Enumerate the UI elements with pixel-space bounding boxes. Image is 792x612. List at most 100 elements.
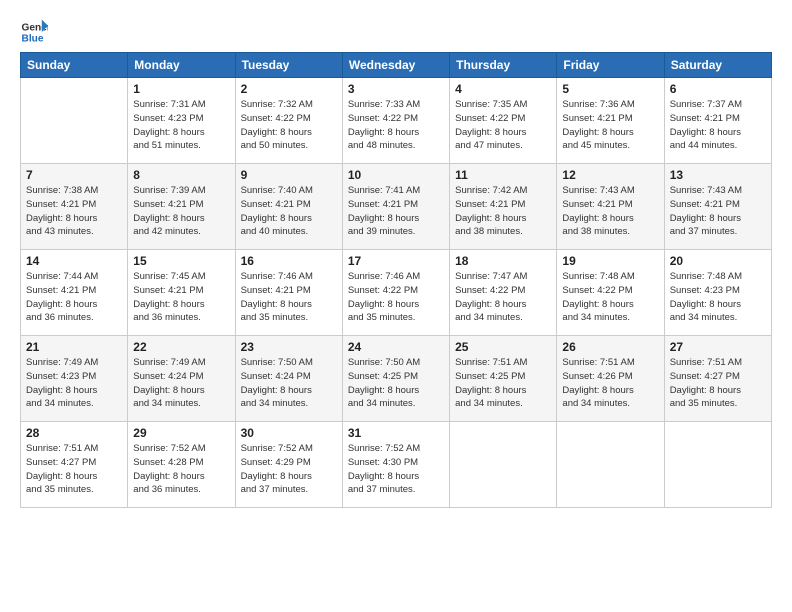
day-cell: 30 Sunrise: 7:52 AMSunset: 4:29 PMDayligh… (235, 422, 342, 508)
day-cell: 4Sunrise: 7:35 AMSunset: 4:22 PMDaylight… (450, 78, 557, 164)
day-info: Sunrise: 7:35 AMSunset: 4:22 PMDaylight:… (455, 98, 551, 153)
day-number: 2 (241, 82, 337, 96)
header: General Blue (20, 18, 772, 46)
weekday-header-sunday: Sunday (21, 53, 128, 78)
day-number: 30 (241, 426, 337, 440)
day-info: Sunrise: 7:37 AMSunset: 4:21 PMDaylight:… (670, 98, 766, 153)
day-cell: 8 Sunrise: 7:39 AMSunset: 4:21 PMDaylight… (128, 164, 235, 250)
day-info: Sunrise: 7:39 AMSunset: 4:21 PMDaylight:… (133, 184, 229, 239)
weekday-header-thursday: Thursday (450, 53, 557, 78)
day-info: Sunrise: 7:50 AMSunset: 4:24 PMDaylight:… (241, 356, 337, 411)
day-cell (21, 78, 128, 164)
day-info: Sunrise: 7:32 AMSunset: 4:22 PMDaylight:… (241, 98, 337, 153)
day-info: Sunrise: 7:52 AMSunset: 4:28 PMDaylight:… (133, 442, 229, 497)
day-cell: 25 Sunrise: 7:51 AMSunset: 4:25 PMDayligh… (450, 336, 557, 422)
day-info: Sunrise: 7:45 AMSunset: 4:21 PMDaylight:… (133, 270, 229, 325)
day-cell: 2 Sunrise: 7:32 AMSunset: 4:22 PMDaylight… (235, 78, 342, 164)
day-info: Sunrise: 7:44 AMSunset: 4:21 PMDaylight:… (26, 270, 122, 325)
day-number: 7 (26, 168, 122, 182)
week-row-5: 28Sunrise: 7:51 AMSunset: 4:27 PMDayligh… (21, 422, 772, 508)
day-info: Sunrise: 7:42 AMSunset: 4:21 PMDaylight:… (455, 184, 551, 239)
day-number: 5 (562, 82, 658, 96)
day-cell: 21Sunrise: 7:49 AMSunset: 4:23 PMDayligh… (21, 336, 128, 422)
day-number: 13 (670, 168, 766, 182)
day-cell: 14 Sunrise: 7:44 AMSunset: 4:21 PMDayligh… (21, 250, 128, 336)
svg-text:Blue: Blue (22, 33, 44, 44)
day-cell (664, 422, 771, 508)
day-info: Sunrise: 7:49 AMSunset: 4:24 PMDaylight:… (133, 356, 229, 411)
day-cell: 27 Sunrise: 7:51 AMSunset: 4:27 PMDayligh… (664, 336, 771, 422)
day-info: Sunrise: 7:52 AMSunset: 4:29 PMDaylight:… (241, 442, 337, 497)
day-cell: 24 Sunrise: 7:50 AMSunset: 4:25 PMDayligh… (342, 336, 449, 422)
day-number: 9 (241, 168, 337, 182)
weekday-header-wednesday: Wednesday (342, 53, 449, 78)
day-info: Sunrise: 7:48 AMSunset: 4:23 PMDaylight:… (670, 270, 766, 325)
day-info: Sunrise: 7:31 AMSunset: 4:23 PMDaylight:… (133, 98, 229, 153)
day-number: 16 (241, 254, 337, 268)
day-cell (557, 422, 664, 508)
day-info: Sunrise: 7:50 AMSunset: 4:25 PMDaylight:… (348, 356, 444, 411)
day-cell: 12Sunrise: 7:43 AMSunset: 4:21 PMDayligh… (557, 164, 664, 250)
day-info: Sunrise: 7:47 AMSunset: 4:22 PMDaylight:… (455, 270, 551, 325)
day-cell: 7 Sunrise: 7:38 AMSunset: 4:21 PMDaylight… (21, 164, 128, 250)
weekday-header-tuesday: Tuesday (235, 53, 342, 78)
day-cell: 23 Sunrise: 7:50 AMSunset: 4:24 PMDayligh… (235, 336, 342, 422)
day-cell: 29 Sunrise: 7:52 AMSunset: 4:28 PMDayligh… (128, 422, 235, 508)
day-cell: 26Sunrise: 7:51 AMSunset: 4:26 PMDayligh… (557, 336, 664, 422)
day-cell: 15 Sunrise: 7:45 AMSunset: 4:21 PMDayligh… (128, 250, 235, 336)
day-cell: 28Sunrise: 7:51 AMSunset: 4:27 PMDayligh… (21, 422, 128, 508)
day-cell: 22Sunrise: 7:49 AMSunset: 4:24 PMDayligh… (128, 336, 235, 422)
week-row-2: 7 Sunrise: 7:38 AMSunset: 4:21 PMDaylight… (21, 164, 772, 250)
day-number: 11 (455, 168, 551, 182)
day-info: Sunrise: 7:43 AMSunset: 4:21 PMDaylight:… (562, 184, 658, 239)
day-info: Sunrise: 7:52 AMSunset: 4:30 PMDaylight:… (348, 442, 444, 497)
weekday-header-monday: Monday (128, 53, 235, 78)
day-cell: 31Sunrise: 7:52 AMSunset: 4:30 PMDayligh… (342, 422, 449, 508)
day-info: Sunrise: 7:40 AMSunset: 4:21 PMDaylight:… (241, 184, 337, 239)
weekday-header-friday: Friday (557, 53, 664, 78)
day-cell: 17 Sunrise: 7:46 AMSunset: 4:22 PMDayligh… (342, 250, 449, 336)
day-info: Sunrise: 7:38 AMSunset: 4:21 PMDaylight:… (26, 184, 122, 239)
day-info: Sunrise: 7:43 AMSunset: 4:21 PMDaylight:… (670, 184, 766, 239)
weekday-header-row: SundayMondayTuesdayWednesdayThursdayFrid… (21, 53, 772, 78)
day-info: Sunrise: 7:51 AMSunset: 4:27 PMDaylight:… (26, 442, 122, 497)
day-info: Sunrise: 7:51 AMSunset: 4:27 PMDaylight:… (670, 356, 766, 411)
day-number: 20 (670, 254, 766, 268)
day-info: Sunrise: 7:49 AMSunset: 4:23 PMDaylight:… (26, 356, 122, 411)
day-info: Sunrise: 7:51 AMSunset: 4:26 PMDaylight:… (562, 356, 658, 411)
day-number: 14 (26, 254, 122, 268)
day-info: Sunrise: 7:41 AMSunset: 4:21 PMDaylight:… (348, 184, 444, 239)
day-cell: 20 Sunrise: 7:48 AMSunset: 4:23 PMDayligh… (664, 250, 771, 336)
day-cell: 11 Sunrise: 7:42 AMSunset: 4:21 PMDayligh… (450, 164, 557, 250)
logo: General Blue (20, 18, 48, 46)
day-info: Sunrise: 7:46 AMSunset: 4:21 PMDaylight:… (241, 270, 337, 325)
calendar-table: SundayMondayTuesdayWednesdayThursdayFrid… (20, 52, 772, 508)
day-cell: 6 Sunrise: 7:37 AMSunset: 4:21 PMDaylight… (664, 78, 771, 164)
day-cell: 5 Sunrise: 7:36 AMSunset: 4:21 PMDaylight… (557, 78, 664, 164)
day-number: 17 (348, 254, 444, 268)
day-cell: 16 Sunrise: 7:46 AMSunset: 4:21 PMDayligh… (235, 250, 342, 336)
day-number: 8 (133, 168, 229, 182)
day-cell (450, 422, 557, 508)
day-number: 23 (241, 340, 337, 354)
day-number: 10 (348, 168, 444, 182)
day-number: 6 (670, 82, 766, 96)
day-cell: 1 Sunrise: 7:31 AMSunset: 4:23 PMDaylight… (128, 78, 235, 164)
day-number: 29 (133, 426, 229, 440)
day-number: 27 (670, 340, 766, 354)
weekday-header-saturday: Saturday (664, 53, 771, 78)
day-number: 15 (133, 254, 229, 268)
day-info: Sunrise: 7:36 AMSunset: 4:21 PMDaylight:… (562, 98, 658, 153)
day-cell: 19Sunrise: 7:48 AMSunset: 4:22 PMDayligh… (557, 250, 664, 336)
day-number: 1 (133, 82, 229, 96)
day-cell: 3Sunrise: 7:33 AMSunset: 4:22 PMDaylight… (342, 78, 449, 164)
day-number: 25 (455, 340, 551, 354)
day-cell: 18Sunrise: 7:47 AMSunset: 4:22 PMDayligh… (450, 250, 557, 336)
day-cell: 10 Sunrise: 7:41 AMSunset: 4:21 PMDayligh… (342, 164, 449, 250)
day-number: 24 (348, 340, 444, 354)
day-info: Sunrise: 7:51 AMSunset: 4:25 PMDaylight:… (455, 356, 551, 411)
day-info: Sunrise: 7:33 AMSunset: 4:22 PMDaylight:… (348, 98, 444, 153)
day-cell: 13 Sunrise: 7:43 AMSunset: 4:21 PMDayligh… (664, 164, 771, 250)
week-row-4: 21Sunrise: 7:49 AMSunset: 4:23 PMDayligh… (21, 336, 772, 422)
day-info: Sunrise: 7:46 AMSunset: 4:22 PMDaylight:… (348, 270, 444, 325)
